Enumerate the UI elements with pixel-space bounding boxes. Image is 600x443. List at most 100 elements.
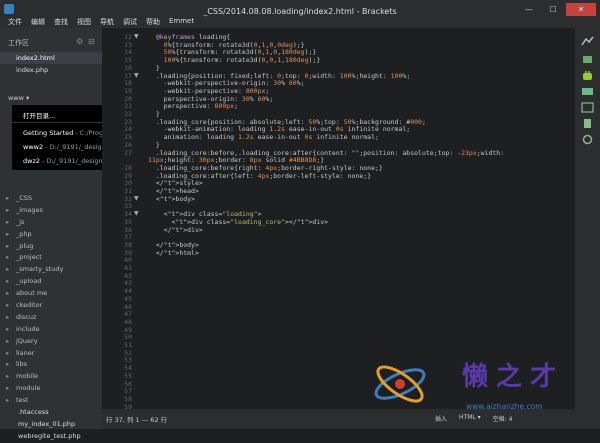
folder-expand-icon[interactable]: ▸ xyxy=(6,371,16,383)
split-view-icon[interactable]: ⊟ xyxy=(88,37,95,46)
fold-arrow-icon[interactable]: ▼ xyxy=(134,195,139,202)
menu-bar: 文件 编辑 查找 视图 导航 调试 帮助 Emmet xyxy=(8,17,194,27)
code-line: <"t">body> xyxy=(148,194,195,203)
cursor-position: 行 37, 列 1 — 62 行 xyxy=(106,416,168,424)
live-preview-icon[interactable] xyxy=(581,36,594,47)
working-files-header: 工作区 xyxy=(8,39,29,47)
tree-item-label: _project xyxy=(16,253,42,262)
folder-expand-icon[interactable]: ▸ xyxy=(6,300,16,312)
tree-folder-item[interactable]: ▸ test xyxy=(0,395,102,407)
tree-item-label: _php xyxy=(16,229,32,238)
menu-help[interactable]: 帮助 xyxy=(146,17,160,27)
project-file-tree: ▸ _CSS ▸ _images ▸ _js ▸ _php ▸ _plug ▸ _project ▸ _s… xyxy=(0,193,102,443)
tree-folder-item[interactable]: ▸ libs xyxy=(0,359,102,371)
tree-item-label: _CSS xyxy=(16,194,33,202)
tree-folder-item[interactable]: ▸ _plug xyxy=(0,241,102,253)
recent-project-item[interactable]: www2 - D:/_9191/_design xyxy=(23,143,106,151)
tree-folder-item[interactable]: ▸ _php xyxy=(0,229,102,241)
fold-arrow-icon[interactable]: ▼ xyxy=(134,210,139,217)
window-controls: — ☐ ✕ xyxy=(518,3,596,16)
minimize-button[interactable]: — xyxy=(518,3,540,16)
maximize-button[interactable]: ☐ xyxy=(542,3,564,16)
sidebar: 工作区 ⚙ ⊟ index2.html index.php www ▾ ▸ _CS… xyxy=(0,28,102,440)
tree-item-label: ckeditor xyxy=(16,301,43,310)
tree-item-label: webregite_test.php xyxy=(18,431,81,440)
tree-file-item[interactable]: my_index_01.php xyxy=(0,419,102,431)
folder-expand-icon[interactable]: ▸ xyxy=(6,205,16,217)
watermark-url: www.aizhanzhe.com xyxy=(466,402,543,411)
menu-view[interactable]: 视图 xyxy=(77,17,91,27)
tree-item-label: lianer xyxy=(16,348,35,357)
android-icon[interactable] xyxy=(581,70,594,81)
folder-expand-icon[interactable]: ▸ xyxy=(6,241,16,253)
folder-expand-icon[interactable]: ▸ xyxy=(6,312,16,324)
menu-debug[interactable]: 调试 xyxy=(123,17,137,27)
folder-expand-icon[interactable]: ▸ xyxy=(6,252,16,264)
open-folder-item[interactable]: 打开目录... xyxy=(23,110,55,120)
tree-folder-item[interactable]: ▸ _images xyxy=(0,205,102,217)
code-line: animation: loading 1.2s ease-in-out 0s i… xyxy=(148,133,379,142)
code-line: 100%{transform: rotate3d(0,0,1,180deg);} xyxy=(163,56,321,65)
folder-expand-icon[interactable]: ▸ xyxy=(6,324,16,336)
menu-file[interactable]: 文件 xyxy=(8,17,22,27)
tree-item-label: libs xyxy=(16,360,28,369)
tree-folder-item[interactable]: ▸ about me xyxy=(0,288,102,300)
line-number-gutter: 12 ▼ 13 14 15 16 17 ▼ 18 19 20 21 22 23 24 25 26 27 28 29 30… xyxy=(102,28,139,409)
tree-folder-item[interactable]: ▸ _upload xyxy=(0,276,102,288)
tree-folder-item[interactable]: ▸ _project xyxy=(0,252,102,264)
settings-icon[interactable] xyxy=(581,134,594,145)
folder-expand-icon[interactable]: ▸ xyxy=(6,288,16,300)
tree-file-item[interactable]: webregite_test.php xyxy=(0,431,102,443)
tree-folder-item[interactable]: ▸ _js xyxy=(0,217,102,229)
tree-item-label: mobile xyxy=(16,372,39,381)
tree-item-label: _smarty_study xyxy=(16,265,64,274)
code-icon[interactable] xyxy=(581,102,594,113)
fold-arrow-icon[interactable]: ▼ xyxy=(134,33,139,40)
tree-folder-item[interactable]: ▸ _smarty_study xyxy=(0,264,102,276)
php-icon[interactable] xyxy=(581,86,594,97)
folder-expand-icon[interactable]: ▸ xyxy=(6,359,16,371)
tree-file-item[interactable]: .htaccess xyxy=(0,407,102,419)
watermark-brand: 懒之才 xyxy=(462,362,565,392)
tree-folder-item[interactable]: ▸ mobile xyxy=(0,371,102,383)
working-file-item[interactable]: index2.html xyxy=(0,52,102,64)
gear-icon[interactable]: ⚙ xyxy=(76,37,83,46)
recent-project-name: www2 xyxy=(23,143,44,151)
tree-folder-item[interactable]: ▸ include xyxy=(0,324,102,336)
tree-item-label: discuz xyxy=(16,312,37,321)
file-icon[interactable] xyxy=(581,118,594,129)
tree-folder-item[interactable]: ▸ _CSS xyxy=(0,193,102,205)
folder-expand-icon[interactable]: ▸ xyxy=(6,395,16,407)
menu-emmet[interactable]: Emmet xyxy=(169,17,194,27)
folder-expand-icon[interactable]: ▸ xyxy=(6,348,16,360)
menu-navigate[interactable]: 导航 xyxy=(100,17,114,27)
fold-arrow-icon[interactable]: ▼ xyxy=(134,72,139,79)
project-selector[interactable]: www ▾ xyxy=(8,94,29,102)
watermark-logo-icon xyxy=(374,365,426,403)
folder-expand-icon[interactable]: ▸ xyxy=(6,276,16,288)
folder-expand-icon[interactable]: ▸ xyxy=(6,229,16,241)
folder-expand-icon[interactable]: ▸ xyxy=(6,336,16,348)
tree-item-label: my_index_01.php xyxy=(18,419,76,428)
extension-manager-icon[interactable] xyxy=(581,54,594,65)
close-button[interactable]: ✕ xyxy=(566,3,596,16)
line-number: 27 xyxy=(124,148,132,157)
menu-find[interactable]: 查找 xyxy=(54,17,68,27)
tree-folder-item[interactable]: ▸ jQuery xyxy=(0,336,102,348)
folder-expand-icon[interactable]: ▸ xyxy=(6,383,16,395)
tree-folder-item[interactable]: ▸ ckeditor xyxy=(0,300,102,312)
tree-folder-item[interactable]: ▸ module xyxy=(0,383,102,395)
tree-item-label: include xyxy=(16,324,40,333)
code-line: </"t">html> xyxy=(148,248,199,257)
recent-project-name: dwz2 xyxy=(23,157,40,165)
tree-folder-item[interactable]: ▸ lianer xyxy=(0,348,102,360)
tree-folder-item[interactable]: ▸ discuz xyxy=(0,312,102,324)
folder-expand-icon[interactable]: ▸ xyxy=(6,217,16,229)
tree-item-label: .htaccess xyxy=(18,408,49,417)
working-file-item[interactable]: index.php xyxy=(0,64,102,76)
tree-item-label: _images xyxy=(16,205,43,214)
menu-edit[interactable]: 编辑 xyxy=(31,17,45,27)
code-line: perspective: 800px; xyxy=(148,102,239,111)
folder-expand-icon[interactable]: ▸ xyxy=(6,193,16,205)
folder-expand-icon[interactable]: ▸ xyxy=(6,264,16,276)
